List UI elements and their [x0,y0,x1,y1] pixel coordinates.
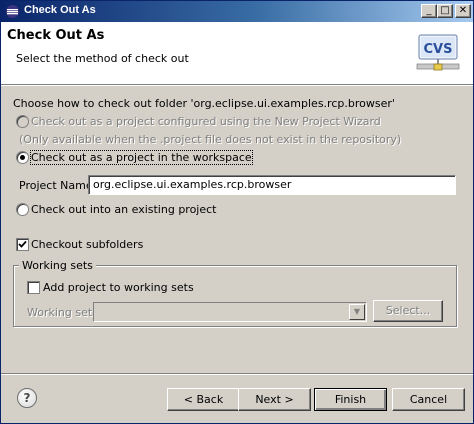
radio-selected-dot [20,155,25,160]
next-button[interactable]: Next > [238,388,311,411]
eclipse-icon [6,5,19,18]
page-title: Check Out As [7,28,105,43]
checkout-subfolders-checkbox[interactable] [16,238,29,251]
checkout-subfolders-label: Checkout subfolders [31,238,144,251]
chevron-down-icon[interactable]: ▼ [349,304,365,320]
working-sets-group-title: Working sets [19,259,96,272]
footer-divider [1,373,473,375]
add-to-working-sets-checkbox[interactable] [27,281,40,294]
radio-project-in-workspace[interactable] [16,151,29,164]
checkout-prompt: Choose how to check out folder 'org.ecli… [13,97,395,110]
window-title: Check Out As [24,4,96,16]
project-name-label: Project Name: [19,179,97,192]
help-icon[interactable]: ? [17,388,37,408]
radio-project-in-workspace-label: Check out as a project in the workspace [30,150,253,165]
cancel-button[interactable]: Cancel [392,388,465,411]
check-out-as-dialog: Check Out As _ □ ✕ Check Out As Select t… [0,0,474,424]
add-to-working-sets-label: Add project to working sets [43,281,194,294]
radio-existing-project[interactable] [16,203,29,216]
cvs-logo-icon: CVS [416,34,460,71]
minimize-button[interactable]: _ [421,4,437,18]
working-sets-label: Working sets: [27,306,102,319]
header-divider [1,84,473,86]
wizard-header: Check Out As Select the method of check … [1,22,473,84]
back-button[interactable]: < Back [167,388,240,411]
page-description: Select the method of check out [16,52,189,65]
title-bar[interactable]: Check Out As _ □ ✕ [1,1,473,22]
radio-new-project-wizard-label: Check out as a project configured using … [31,115,381,128]
cvs-logo-text: CVS [424,42,453,57]
radio-new-project-wizard[interactable] [16,115,29,128]
select-working-sets-button[interactable]: Select... [373,300,443,322]
checkmark-icon [18,240,27,248]
working-sets-combo[interactable]: ▼ [93,302,367,322]
close-button[interactable]: ✕ [455,4,471,18]
project-name-input[interactable]: org.eclipse.ui.examples.rcp.browser [88,175,456,195]
maximize-button[interactable]: □ [437,4,453,18]
finish-button[interactable]: Finish [314,388,387,411]
radio-existing-project-label: Check out into an existing project [31,203,217,216]
option-note: (Only available when the .project file d… [19,133,402,146]
